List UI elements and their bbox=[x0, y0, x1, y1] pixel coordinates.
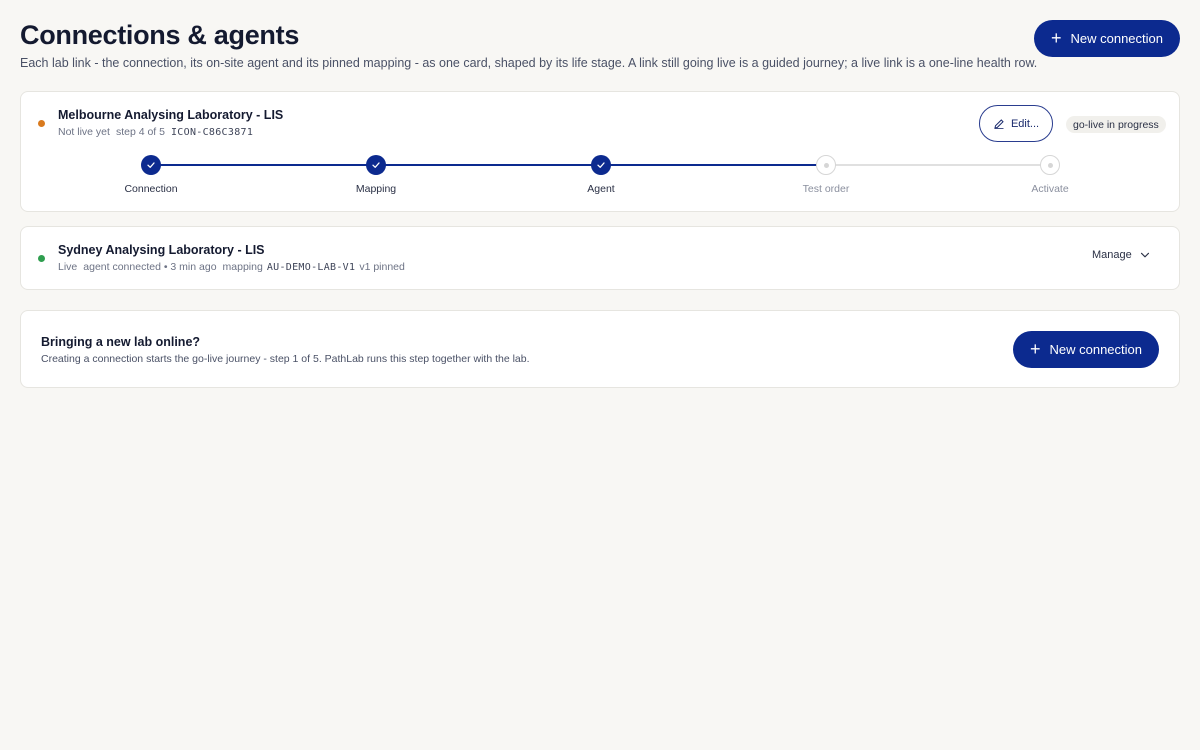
connection-card-sydney: Sydney Analysing Laboratory - LIS Live a… bbox=[20, 226, 1180, 290]
new-connection-button-secondary[interactable]: + New connection bbox=[1013, 331, 1159, 368]
new-connection-label: New connection bbox=[1070, 31, 1164, 46]
check-icon bbox=[372, 162, 380, 168]
connection-status: Not live yet bbox=[58, 126, 110, 138]
connection-card-melbourne: Melbourne Analysing Laboratory - LIS Not… bbox=[20, 91, 1180, 212]
new-connection-label: New connection bbox=[1049, 342, 1143, 357]
edit-button[interactable]: Edit... bbox=[979, 105, 1053, 142]
step-label-mapping: Mapping bbox=[355, 183, 397, 195]
new-connection-button[interactable]: + New connection bbox=[1034, 20, 1180, 57]
step-label-connection: Connection bbox=[124, 183, 178, 195]
new-lab-title: Bringing a new lab online? bbox=[41, 335, 201, 349]
step-node-mapping bbox=[366, 155, 386, 175]
page-subtitle: Each lab link - the connection, its on-s… bbox=[20, 56, 1038, 70]
connection-meta: Not live yet step 4 of 5 ICON-C86C3871 bbox=[58, 126, 253, 138]
check-icon bbox=[597, 162, 605, 168]
edit-label: Edit... bbox=[1010, 117, 1040, 130]
new-lab-card: Bringing a new lab online? Creating a co… bbox=[20, 310, 1180, 388]
step-node-connection bbox=[141, 155, 161, 175]
manage-label: Manage bbox=[1092, 249, 1132, 261]
step-label-activate: Activate bbox=[1031, 183, 1069, 195]
connection-status: Live bbox=[58, 261, 78, 273]
connection-meta: Live agent connected • 3 min ago mapping… bbox=[58, 261, 405, 273]
manage-dropdown[interactable]: Manage bbox=[1092, 249, 1150, 261]
stepper-track-todo bbox=[826, 164, 1050, 166]
connection-name: Melbourne Analysing Laboratory - LIS bbox=[58, 108, 284, 122]
connection-name: Sydney Analysing Laboratory - LIS bbox=[58, 243, 265, 257]
stepper-track-done bbox=[151, 164, 826, 166]
status-dot-live bbox=[38, 255, 45, 262]
chevron-down-icon bbox=[1140, 252, 1149, 258]
agent-status: agent connected • 3 min ago bbox=[83, 261, 217, 273]
status-dot-in-progress bbox=[38, 120, 45, 127]
mapping-prefix: mapping bbox=[222, 261, 263, 273]
mapping-code: AU-DEMO-LAB-V1 bbox=[266, 262, 356, 273]
plus-icon: + bbox=[1029, 338, 1041, 359]
mapping-info: mapping AU-DEMO-LAB-V1 v1 pinned bbox=[223, 261, 405, 273]
pencil-icon bbox=[994, 118, 1004, 129]
connection-code: ICON-C86C3871 bbox=[170, 127, 254, 138]
go-live-stepper: Connection Mapping Agent Test order Acti… bbox=[21, 154, 1181, 204]
new-lab-description: Creating a connection starts the go-live… bbox=[41, 353, 530, 365]
check-icon bbox=[147, 162, 155, 168]
status-badge: go-live in progress bbox=[1066, 116, 1166, 133]
connection-step: step 4 of 5 bbox=[115, 126, 165, 138]
step-label-agent: Agent bbox=[587, 183, 615, 195]
mapping-suffix: v1 pinned bbox=[359, 261, 405, 273]
page-header: Connections & agents Each lab link - the… bbox=[20, 18, 1038, 71]
step-node-activate bbox=[1040, 155, 1060, 175]
plus-icon: + bbox=[1050, 27, 1062, 48]
step-label-test-order: Test order bbox=[802, 183, 850, 195]
page-title: Connections & agents bbox=[20, 20, 300, 50]
step-node-agent bbox=[591, 155, 611, 175]
step-node-test-order bbox=[816, 155, 836, 175]
